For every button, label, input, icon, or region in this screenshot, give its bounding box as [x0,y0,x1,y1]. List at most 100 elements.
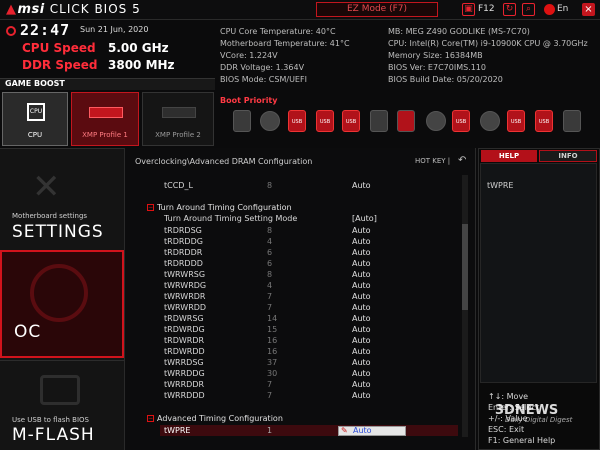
tab-help[interactable]: HELP [481,150,537,162]
setting-row-name[interactable]: tRDWRSG [164,314,204,323]
hotkey-label[interactable]: HOT KEY | [415,157,450,165]
boot-device-usb[interactable]: USB [316,110,334,132]
setting-row-name[interactable]: tCCD_L [164,181,193,190]
boot-priority-title: Boot Priority [220,96,278,105]
boot-device-usb[interactable]: USB [535,110,553,132]
setting-row-name[interactable]: tRDWRDD [164,347,205,356]
motherboard-temp: Motherboard Temperature: 41°C [220,39,350,48]
setting-row-name[interactable]: tRDRDSG [164,226,202,235]
setting-row-option[interactable]: Auto [352,314,371,323]
key-hint-move: ↑↓: Move [488,392,529,401]
setting-row-current: 8 [267,270,273,279]
setting-row-option[interactable]: Auto [352,347,371,356]
nav-settings-title: SETTINGS [12,222,104,242]
setting-row-option[interactable]: Auto [352,358,371,367]
tab-info[interactable]: INFO [539,150,597,162]
setting-row-name[interactable]: tWRWRDD [164,303,206,312]
setting-row-name[interactable]: tWRWRSG [164,270,205,279]
setting-row-current: 7 [267,292,273,301]
setting-row-option[interactable]: Auto [352,303,371,312]
boot-device-usb[interactable]: USB [288,110,306,132]
profile-xmp2[interactable]: XMP Profile 2 [142,92,214,146]
boot-device-disc[interactable] [426,111,446,131]
cpu-core-temp: CPU Core Temperature: 40°C [220,27,336,36]
boot-device-hdd[interactable] [233,110,251,132]
search-icon[interactable]: ⌕ [522,3,535,16]
boot-device-hdd[interactable] [397,110,415,132]
language-icon[interactable] [544,4,555,15]
nav-oc-title: OC [14,322,42,342]
setting-row-option[interactable]: Auto [352,380,371,389]
setting-row-name[interactable]: Turn Around Timing Setting Mode [164,214,297,223]
section-turn-around[interactable]: − Turn Around Timing Configuration [147,203,292,212]
screenshot-icon[interactable]: ▣ [462,3,475,16]
nav-settings[interactable]: ✕ Motherboard settings SETTINGS [0,148,124,248]
setting-row-name[interactable]: tWRRDDG [164,369,205,378]
setting-row-name[interactable]: tRDWRDR [164,336,204,345]
nav-oc[interactable]: OC [0,250,124,358]
collapse-icon: − [147,204,154,211]
setting-row-name[interactable]: tWRRDSG [164,358,204,367]
setting-row-option[interactable]: Auto [352,270,371,279]
boot-device-disc[interactable] [480,111,500,131]
boot-device-usb[interactable]: USB [342,110,360,132]
nav-mflash-subtitle: Use USB to flash BIOS [12,416,89,424]
profile-xmp1-label: XMP Profile 1 [82,131,128,139]
setting-row-option[interactable]: Auto [352,369,371,378]
setting-row-option[interactable]: Auto [352,292,371,301]
watermark-tagline: Daily Digital Digest [505,416,573,424]
setting-row-current: 16 [267,336,278,345]
setting-row-name[interactable]: tRDRDDD [164,259,203,268]
setting-row-name[interactable]: tWRWRDR [164,292,205,301]
section-advanced-timing[interactable]: − Advanced Timing Configuration [147,414,283,423]
clock-time: 22:47 [20,21,71,39]
setting-row-option[interactable]: [Auto] [352,214,377,223]
selected-row-name[interactable]: tWPRE [164,426,190,435]
setting-row-current: 4 [267,237,273,246]
setting-row-option[interactable]: Auto [352,248,371,257]
setting-row-current: 15 [267,325,278,334]
f12-label: F12 [478,4,495,14]
setting-row-name[interactable]: tRDWRDG [164,325,205,334]
memory-icon [89,107,123,118]
vcore: VCore: 1.224V [220,51,278,60]
profile-cpu-label: CPU [27,131,43,139]
setting-row-name[interactable]: tRDRDDR [164,248,202,257]
ez-mode-button[interactable]: EZ Mode (F7) [316,2,438,17]
selected-row-highlight [160,425,458,436]
close-icon[interactable]: × [582,3,595,16]
setting-row-option[interactable]: Auto [352,259,371,268]
back-icon[interactable]: ↶ [458,155,466,166]
profile-cpu[interactable]: CPU CPU [2,92,68,146]
setting-row-name[interactable]: tWRRDDD [164,391,205,400]
setting-row-name[interactable]: tRDRDDG [164,237,203,246]
boot-device-card[interactable] [563,110,581,132]
nav-mflash[interactable]: Use USB to flash BIOS M-FLASH [0,360,124,450]
setting-row-option[interactable]: Auto [352,325,371,334]
profile-xmp1[interactable]: XMP Profile 1 [71,92,139,146]
refresh-icon[interactable]: ↻ [503,3,516,16]
setting-row-option[interactable]: Auto [352,226,371,235]
boot-device-disc[interactable] [260,111,280,131]
boot-device-usb[interactable]: USB [452,110,470,132]
tools-icon: ✕ [32,167,61,207]
bios-version: BIOS Ver: E7C70IMS.110 [388,63,486,72]
scrollbar-thumb[interactable] [462,224,468,310]
language-button[interactable]: En [557,4,568,14]
cpu-icon: CPU [27,103,45,121]
setting-row-option[interactable]: Auto [352,391,371,400]
pencil-icon: ✎ [341,426,348,435]
setting-row-current: 14 [267,314,278,323]
setting-row-current: 7 [267,380,273,389]
setting-row-name[interactable]: tWRWRDG [164,281,206,290]
boot-device-usb[interactable]: USB [507,110,525,132]
setting-row-option[interactable]: Auto [352,336,371,345]
boot-device-card[interactable] [370,110,388,132]
setting-row-option[interactable]: Auto [352,181,371,190]
setting-row-option[interactable]: Auto [352,281,371,290]
clock-icon [6,26,16,36]
nav-settings-subtitle: Motherboard settings [12,212,88,220]
setting-row-name[interactable]: tWRRDDR [164,380,204,389]
setting-row-option[interactable]: Auto [352,237,371,246]
selected-row-input[interactable]: Auto [338,426,406,436]
